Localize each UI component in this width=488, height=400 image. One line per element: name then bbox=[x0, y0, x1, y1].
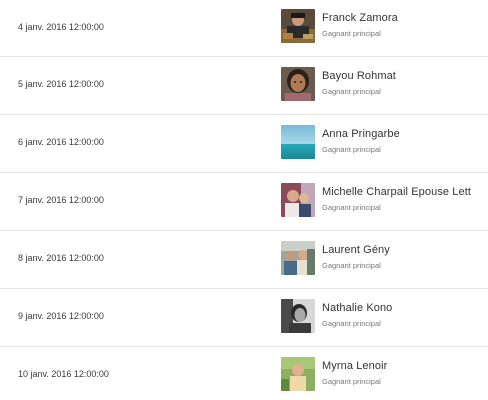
avatar-photo-icon bbox=[281, 9, 315, 43]
winner-date: 9 janv. 2016 12:00:00 bbox=[18, 311, 104, 321]
winners-list: 4 janv. 2016 12:00:00 Franck Zamora Gagn… bbox=[0, 0, 488, 400]
avatar-photo-icon bbox=[281, 357, 315, 391]
avatar-photo-icon bbox=[281, 67, 315, 101]
winner-role: Gagnant principal bbox=[322, 29, 381, 38]
winner-name[interactable]: Franck Zamora bbox=[322, 12, 398, 24]
avatar[interactable] bbox=[281, 183, 315, 217]
winner-date: 10 janv. 2016 12:00:00 bbox=[18, 369, 109, 379]
avatar-photo-icon bbox=[281, 299, 315, 333]
winner-role: Gagnant principal bbox=[322, 377, 381, 386]
avatar-photo-icon bbox=[281, 241, 315, 275]
winner-name[interactable]: Bayou Rohmat bbox=[322, 70, 396, 82]
list-item: 4 janv. 2016 12:00:00 Franck Zamora Gagn… bbox=[0, 0, 488, 57]
avatar[interactable] bbox=[281, 357, 315, 391]
list-item: 10 janv. 2016 12:00:00 Myrna Lenoir Gagn… bbox=[0, 347, 488, 400]
list-item: 9 janv. 2016 12:00:00 Nathalie Kono Gagn… bbox=[0, 289, 488, 347]
winner-role: Gagnant principal bbox=[322, 87, 381, 96]
winner-date: 8 janv. 2016 12:00:00 bbox=[18, 253, 104, 263]
list-item: 7 janv. 2016 12:00:00 Michelle Charpail … bbox=[0, 173, 488, 231]
list-item: 8 janv. 2016 12:00:00 Laurent Gény Gagna… bbox=[0, 231, 488, 289]
winner-date: 4 janv. 2016 12:00:00 bbox=[18, 22, 104, 32]
winner-name[interactable]: Laurent Gény bbox=[322, 244, 390, 256]
avatar[interactable] bbox=[281, 67, 315, 101]
winner-date: 6 janv. 2016 12:00:00 bbox=[18, 137, 104, 147]
winner-name[interactable]: Nathalie Kono bbox=[322, 302, 392, 314]
winner-name[interactable]: Myrna Lenoir bbox=[322, 360, 387, 372]
winner-date: 7 janv. 2016 12:00:00 bbox=[18, 195, 104, 205]
avatar[interactable] bbox=[281, 299, 315, 333]
winner-date: 5 janv. 2016 12:00:00 bbox=[18, 79, 104, 89]
winner-role: Gagnant principal bbox=[322, 319, 381, 328]
avatar[interactable] bbox=[281, 9, 315, 43]
avatar[interactable] bbox=[281, 125, 315, 159]
winner-role: Gagnant principal bbox=[322, 145, 381, 154]
winner-name[interactable]: Michelle Charpail Epouse Lett bbox=[322, 186, 471, 198]
winner-role: Gagnant principal bbox=[322, 203, 381, 212]
avatar-photo-icon bbox=[281, 125, 315, 159]
list-item: 6 janv. 2016 12:00:00 Anna Pringarbe Gag… bbox=[0, 115, 488, 173]
avatar[interactable] bbox=[281, 241, 315, 275]
winner-name[interactable]: Anna Pringarbe bbox=[322, 128, 400, 140]
avatar-photo-icon bbox=[281, 183, 315, 217]
list-item: 5 janv. 2016 12:00:00 Bayou Rohmat Gagna… bbox=[0, 57, 488, 115]
winner-role: Gagnant principal bbox=[322, 261, 381, 270]
